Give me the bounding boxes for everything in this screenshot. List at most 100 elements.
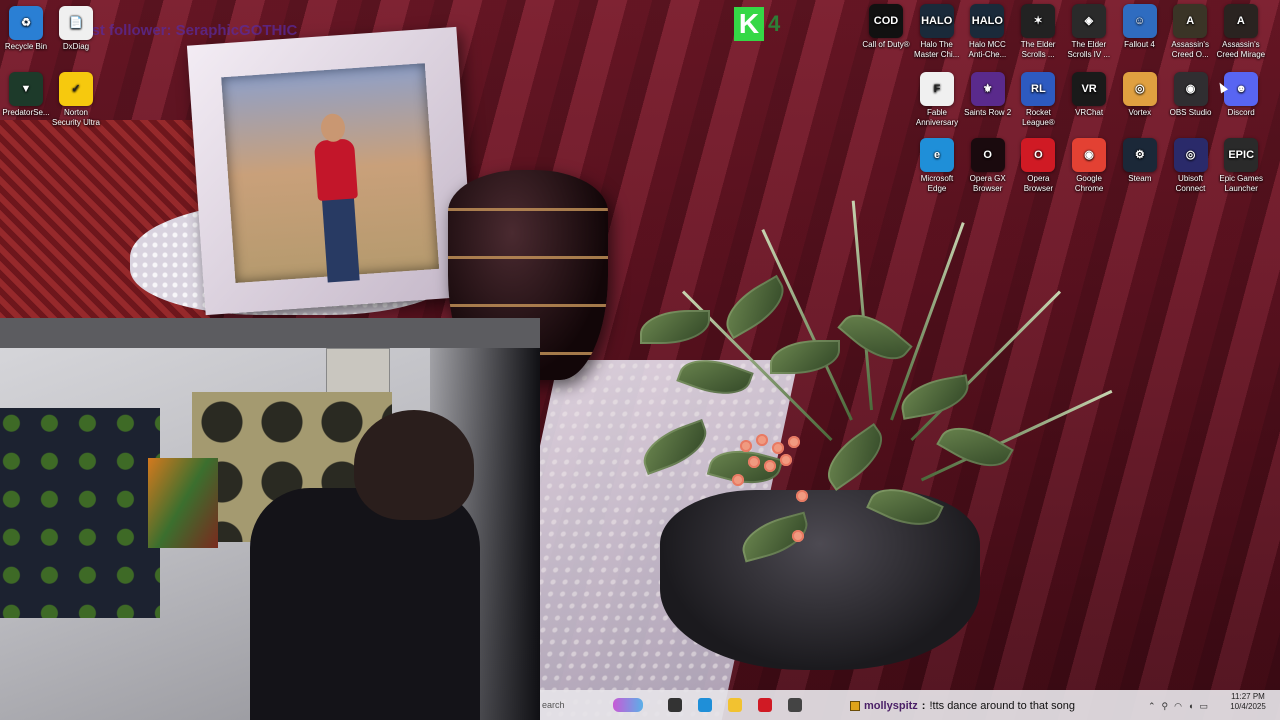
desktop-shortcut-label: Opera GX Browser: [969, 174, 1006, 193]
wallpaper-photo-frame: [186, 26, 476, 316]
tray-chevron-icon[interactable]: ⌃: [1148, 701, 1156, 712]
app-icon: [788, 698, 802, 712]
desktop-shortcut[interactable]: A Assassin's Creed Mirage: [1215, 4, 1267, 60]
discord-icon: ☻: [1224, 72, 1259, 106]
stream-counter-widget: K 4: [734, 4, 796, 44]
clock-date: 10/4/2025: [1230, 702, 1266, 711]
desktop-shortcut-label: Microsoft Edge: [920, 174, 954, 193]
desktop-shortcut[interactable]: ⚜ Saints Row 2: [962, 72, 1014, 118]
document-icon: 📄: [59, 6, 93, 40]
desktop-shortcut[interactable]: ⚙ Steam: [1114, 138, 1166, 184]
desktop-shortcut-label: Opera Browser: [1023, 174, 1054, 193]
task-view-icon: [668, 698, 682, 712]
rocket-league-icon: RL: [1021, 72, 1056, 106]
call-of-duty-icon: COD: [869, 4, 903, 38]
file-explorer-button[interactable]: [720, 690, 750, 720]
desktop-shortcut[interactable]: COD Call of Duty®: [860, 4, 912, 50]
desktop-shortcut-label: Recycle Bin: [4, 42, 48, 51]
chat-badge-icon: [850, 701, 860, 711]
edge-icon: e: [920, 138, 954, 172]
desktop-shortcut[interactable]: HALO Halo The Master Chi...: [911, 4, 963, 60]
desktop-shortcut-label: Discord: [1227, 108, 1255, 117]
desktop-shortcut-label: Saints Row 2: [964, 108, 1012, 117]
desktop-shortcut[interactable]: e Microsoft Edge: [911, 138, 963, 194]
folder-icon: [728, 698, 742, 712]
tray-volume-icon[interactable]: ◖: [1188, 701, 1193, 711]
halo-anticheat-icon: HALO: [970, 4, 1005, 38]
taskbar-clock[interactable]: 11:27 PM 10/4/2025: [1218, 692, 1278, 712]
desktop-shortcut-label: Norton Security Ultra: [51, 108, 100, 127]
chrome-icon: ◉: [1072, 138, 1107, 172]
desktop-shortcut-label: DxDiag: [62, 42, 90, 51]
streamer-head: [354, 410, 474, 520]
desktop-shortcut[interactable]: ◎ Ubisoft Connect: [1165, 138, 1217, 194]
desktop-shortcut[interactable]: ◈ The Elder Scrolls IV ...: [1063, 4, 1115, 60]
desktop-shortcut[interactable]: ✓ Norton Security Ultra: [50, 72, 102, 128]
desktop-shortcut-label: Fallout 4: [1124, 40, 1155, 49]
desktop-shortcut[interactable]: A Assassin's Creed O...: [1164, 4, 1216, 60]
assassins-creed-origins-icon: A: [1173, 4, 1208, 38]
webcam-overlay: [0, 318, 540, 720]
desktop-shortcut[interactable]: F Fable Anniversary: [911, 72, 963, 128]
desktop-shortcut[interactable]: ▼ PredatorSe...: [0, 72, 52, 118]
ubisoft-icon: ◎: [1173, 138, 1208, 172]
desktop-shortcut[interactable]: ✶ The Elder Scrolls ...: [1012, 4, 1064, 60]
edge-icon: [698, 698, 712, 712]
fallout-icon: ☺: [1122, 4, 1157, 38]
stream-follower-banner: Last follower: SeraphicGOTHIC: [74, 22, 298, 39]
desktop-shortcut[interactable]: ◎ Vortex: [1114, 72, 1166, 118]
desktop-shortcut[interactable]: 📄 DxDiag: [50, 6, 102, 52]
desktop-shortcut[interactable]: VR VRChat: [1063, 72, 1115, 118]
streamer-body: [250, 488, 480, 720]
task-view-button[interactable]: [660, 690, 690, 720]
saints-row-icon: ⚜: [970, 72, 1005, 106]
desktop-shortcut-label: OBS Studio: [1169, 108, 1212, 117]
vortex-icon: ◎: [1122, 72, 1157, 106]
framed-person: [310, 108, 366, 286]
norton-icon: ✓: [59, 72, 93, 106]
desktop-shortcut[interactable]: ☺ Fallout 4: [1114, 4, 1166, 50]
desktop-shortcut-label: Assassin's Creed Mirage: [1216, 40, 1266, 59]
counter-value: 4: [768, 11, 781, 36]
opera-icon: O: [1021, 138, 1056, 172]
desktop-shortcut[interactable]: O Opera GX Browser: [962, 138, 1014, 194]
taskbar-search-box[interactable]: earch: [540, 690, 660, 720]
desktop-shortcut[interactable]: ◉ OBS Studio: [1165, 72, 1217, 118]
desktop-shortcut[interactable]: ♻ Recycle Bin: [0, 6, 52, 52]
vrchat-icon: VR: [1072, 72, 1107, 106]
desktop-shortcut-label: Google Chrome: [1074, 174, 1104, 193]
chat-separator: :: [921, 700, 926, 712]
tray-wifi-icon[interactable]: ◠: [1174, 701, 1182, 712]
chat-username: mollyspitz: [864, 700, 918, 712]
desktop-shortcut-label: Steam: [1128, 174, 1152, 183]
predator-sense-icon: ▼: [9, 72, 43, 106]
desktop-shortcut-label: VRChat: [1075, 108, 1104, 117]
halo-mcc-icon: HALO: [919, 4, 954, 38]
chat-text: !tts dance around to that song: [929, 700, 1076, 712]
steam-icon: ⚙: [1122, 138, 1157, 172]
desktop-shortcut[interactable]: O Opera Browser: [1012, 138, 1064, 194]
desktop-shortcut[interactable]: ☻ Discord: [1215, 72, 1267, 118]
desktop-shortcut-label: Rocket League®: [1022, 108, 1055, 127]
opera-icon: [758, 698, 772, 712]
tray-battery-icon[interactable]: ▭: [1199, 701, 1208, 712]
desktop-shortcut[interactable]: RL Rocket League®: [1012, 72, 1064, 128]
desktop-shortcut[interactable]: HALO Halo MCC Anti-Che...: [961, 4, 1013, 60]
desktop-shortcut-label: Ubisoft Connect: [1175, 174, 1206, 193]
framed-photo: [221, 63, 440, 286]
edge-taskbar-button[interactable]: [690, 690, 720, 720]
app-taskbar-button[interactable]: [780, 690, 810, 720]
search-placeholder: earch: [542, 700, 565, 710]
desktop-shortcut-label: Vortex: [1128, 108, 1152, 117]
desktop-shortcut-label: Call of Duty®: [862, 40, 910, 49]
desktop-shortcut[interactable]: ◉ Google Chrome: [1063, 138, 1115, 194]
desktop-shortcut[interactable]: EPIC Epic Games Launcher: [1215, 138, 1267, 194]
chat-message: mollyspitz : !tts dance around to that s…: [850, 700, 1075, 712]
desktop-shortcut-label: Halo MCC Anti-Che...: [968, 40, 1007, 59]
counter-logo: K: [734, 7, 764, 41]
opera-taskbar-button[interactable]: [750, 690, 780, 720]
wall-tapestry: [0, 408, 160, 618]
oblivion-icon: ◈: [1071, 4, 1106, 38]
tray-mic-icon[interactable]: ⚲: [1162, 701, 1169, 712]
search-highlight-icon: [612, 698, 643, 712]
